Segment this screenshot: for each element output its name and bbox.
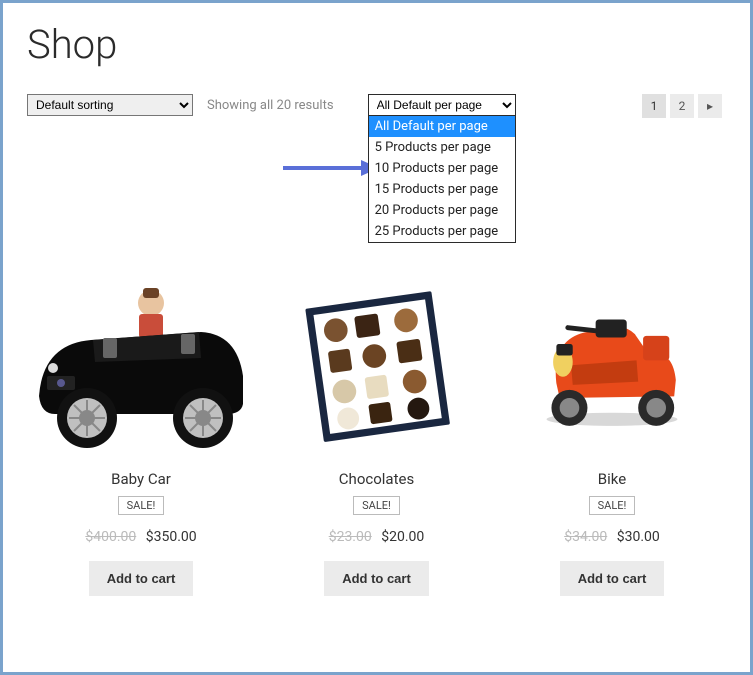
perpage-option[interactable]: 15 Products per page (369, 179, 515, 200)
add-to-cart-button[interactable]: Add to cart (89, 561, 194, 596)
sort-select[interactable]: Default sorting (27, 94, 193, 116)
add-to-cart-button[interactable]: Add to cart (324, 561, 429, 596)
product-title[interactable]: Chocolates (339, 470, 414, 488)
old-price: $400.00 (85, 529, 136, 545)
add-to-cart-button[interactable]: Add to cart (560, 561, 665, 596)
controls-row: Default sorting Showing all 20 results A… (27, 94, 726, 116)
product-image[interactable] (267, 248, 487, 458)
result-count: Showing all 20 results (207, 98, 334, 113)
product-image[interactable] (502, 248, 722, 458)
page-1-button[interactable]: 1 (642, 94, 666, 118)
new-price: $20.00 (381, 529, 424, 545)
sale-badge: SALE! (353, 496, 400, 515)
perpage-option[interactable]: 10 Products per page (369, 158, 515, 179)
sale-badge: SALE! (118, 496, 165, 515)
product-grid: Baby Car SALE! $400.00 $350.00 Add to ca… (27, 248, 726, 596)
product-title[interactable]: Baby Car (111, 470, 171, 488)
new-price: $30.00 (617, 529, 660, 545)
perpage-option[interactable]: 20 Products per page (369, 200, 515, 221)
new-price: $350.00 (146, 529, 197, 545)
perpage-select[interactable]: All Default per page (368, 94, 516, 116)
page-2-button[interactable]: 2 (670, 94, 694, 118)
page-next-button[interactable]: ▸ (698, 94, 722, 118)
product-image[interactable] (31, 248, 251, 458)
old-price: $34.00 (564, 529, 607, 545)
perpage-option[interactable]: 25 Products per page (369, 221, 515, 242)
product-card: Chocolates SALE! $23.00 $20.00 Add to ca… (267, 248, 487, 596)
pagination: 1 2 ▸ (642, 94, 722, 118)
product-title[interactable]: Bike (598, 470, 626, 488)
old-price: $23.00 (329, 529, 372, 545)
price-row: $34.00 $30.00 (564, 529, 660, 545)
perpage-option[interactable]: 5 Products per page (369, 137, 515, 158)
price-row: $400.00 $350.00 (85, 529, 196, 545)
arrow-icon (283, 158, 379, 178)
product-card: Bike SALE! $34.00 $30.00 Add to cart (502, 248, 722, 596)
sale-badge: SALE! (589, 496, 636, 515)
perpage-option[interactable]: All Default per page (369, 116, 515, 137)
perpage-dropdown[interactable]: All Default per page 5 Products per page… (368, 116, 516, 243)
perpage-wrap: All Default per page All Default per pag… (368, 94, 516, 116)
price-row: $23.00 $20.00 (329, 529, 425, 545)
page-title: Shop (27, 21, 726, 68)
product-card: Baby Car SALE! $400.00 $350.00 Add to ca… (31, 248, 251, 596)
